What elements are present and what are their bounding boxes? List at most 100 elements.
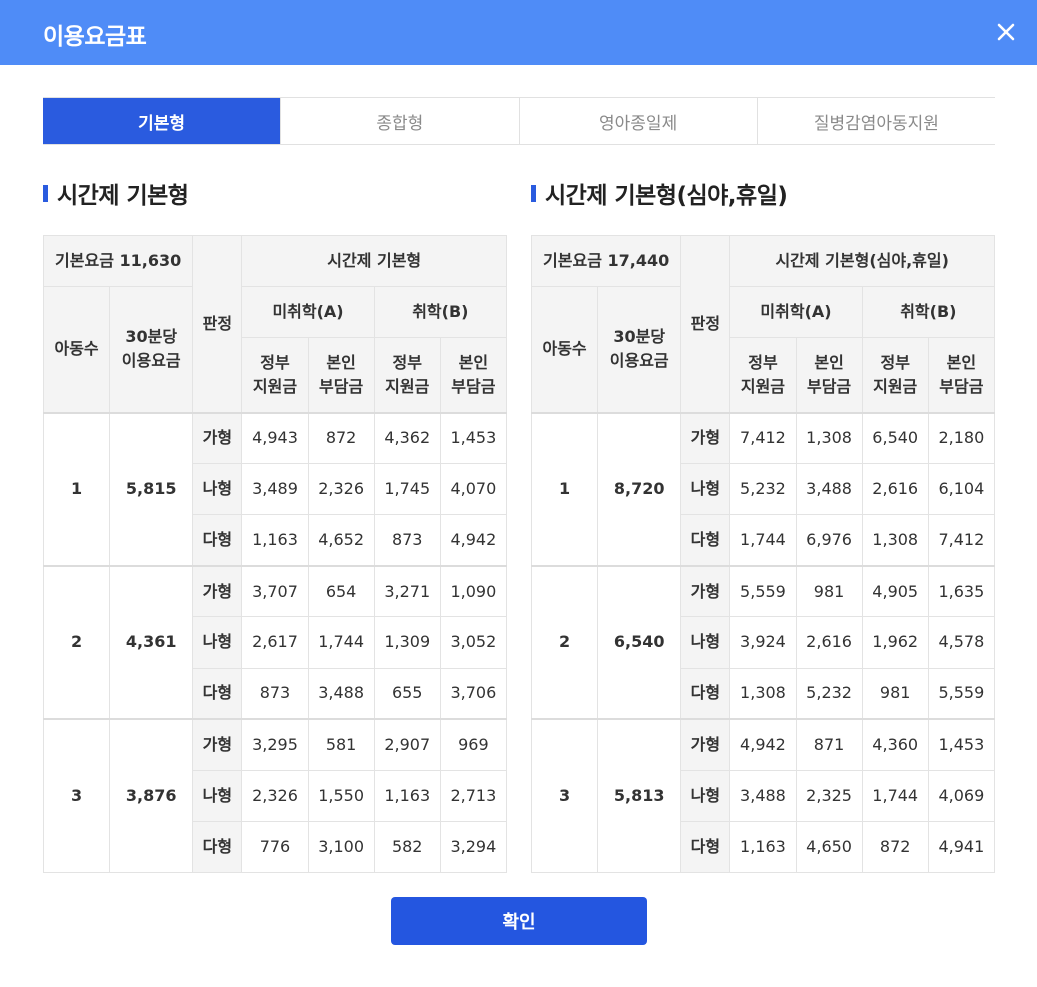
child-count-header: 아동수 (530, 286, 599, 413)
grade-header: 판정 (680, 235, 731, 413)
right-fee-table: 기본요금 17,440 판정 시간제 기본형(심야,휴일) 아동수 30분당 이용요금 미… (530, 235, 996, 874)
school-self-cell: 3,052 (439, 616, 508, 669)
school-self-cell: 4,941 (927, 820, 996, 874)
preschool-gov-cell: 3,707 (241, 564, 309, 618)
preschool-header: 미취학(A) (729, 286, 863, 338)
child-count-cell: 1 (42, 411, 111, 567)
grade-cell: 나형 (680, 463, 731, 516)
school-gov-cell: 981 (861, 667, 929, 720)
school-self-cell: 4,578 (927, 616, 996, 669)
school-self-cell: 1,453 (439, 411, 508, 465)
preschool-gov-cell: 776 (241, 820, 309, 874)
preschool-gov-cell: 3,924 (729, 616, 797, 669)
grade-cell: 다형 (192, 667, 243, 720)
preschool-header: 미취학(A) (241, 286, 375, 338)
fee-type-tabs: 기본형 종합형 영아종일제 질병감염아동지원 (43, 97, 995, 145)
self-pay-header: 본인 부담금 (307, 337, 375, 413)
preschool-self-cell: 2,326 (307, 463, 375, 516)
per-30min-fee-cell: 8,720 (597, 411, 682, 567)
school-gov-cell: 1,163 (373, 769, 441, 822)
table-row: 3 5,813 가형 4,942 871 4,360 1,453 (530, 718, 996, 874)
per-30min-fee-header: 30분당 이용요금 (597, 286, 682, 413)
school-self-cell: 3,294 (439, 820, 508, 874)
school-gov-cell: 582 (373, 820, 441, 874)
grade-cell: 다형 (680, 820, 731, 874)
school-age-header: 취학(B) (861, 286, 996, 338)
section-marker (531, 184, 536, 202)
tab-infant-fullday[interactable]: 영아종일제 (518, 98, 757, 144)
school-gov-cell: 873 (373, 514, 441, 567)
grade-header: 판정 (192, 235, 243, 413)
school-self-cell: 1,090 (439, 564, 508, 618)
school-self-cell: 2,713 (439, 769, 508, 822)
school-self-cell: 5,559 (927, 667, 996, 720)
gov-subsidy-header: 정부 지원금 (729, 337, 797, 413)
fee-group-header: 시간제 기본형 (241, 235, 507, 287)
preschool-self-cell: 1,308 (795, 411, 863, 465)
preschool-self-cell: 4,652 (307, 514, 375, 567)
school-gov-cell: 1,962 (861, 616, 929, 669)
preschool-self-cell: 1,550 (307, 769, 375, 822)
self-pay-header: 본인 부담금 (927, 337, 996, 413)
preschool-self-cell: 1,744 (307, 616, 375, 669)
grade-cell: 다형 (680, 667, 731, 720)
per-30min-fee-cell: 6,540 (597, 564, 682, 720)
left-section-title: 시간제 기본형 (43, 176, 189, 210)
grade-cell: 나형 (680, 769, 731, 822)
child-count-cell: 3 (42, 718, 111, 874)
grade-cell: 가형 (680, 411, 731, 465)
school-gov-cell: 2,616 (861, 463, 929, 516)
preschool-self-cell: 581 (307, 718, 375, 771)
preschool-self-cell: 981 (795, 564, 863, 618)
preschool-gov-cell: 5,559 (729, 564, 797, 618)
self-pay-header: 본인 부담금 (795, 337, 863, 413)
grade-cell: 가형 (192, 564, 243, 618)
table-row: 2 6,540 가형 5,559 981 4,905 1,635 (530, 564, 996, 720)
gov-subsidy-header: 정부 지원금 (241, 337, 309, 413)
school-gov-cell: 4,905 (861, 564, 929, 618)
close-button[interactable] (988, 14, 1024, 50)
preschool-gov-cell: 1,744 (729, 514, 797, 567)
preschool-self-cell: 3,100 (307, 820, 375, 874)
preschool-self-cell: 654 (307, 564, 375, 618)
tab-basic[interactable]: 기본형 (43, 98, 281, 144)
preschool-gov-cell: 4,942 (729, 718, 797, 771)
grade-cell: 가형 (192, 411, 243, 465)
section-marker (43, 184, 48, 202)
preschool-gov-cell: 2,326 (241, 769, 309, 822)
school-self-cell: 4,070 (439, 463, 508, 516)
base-fee-header: 기본요금 11,630 (42, 235, 194, 287)
tab-sick-child-support[interactable]: 질병감염아동지원 (756, 98, 995, 144)
confirm-button[interactable]: 확인 (391, 897, 647, 945)
school-self-cell: 4,069 (927, 769, 996, 822)
school-self-cell: 1,453 (927, 718, 996, 771)
base-fee-header: 기본요금 17,440 (530, 235, 682, 287)
preschool-gov-cell: 2,617 (241, 616, 309, 669)
school-gov-cell: 4,362 (373, 411, 441, 465)
right-section-title: 시간제 기본형(심야,휴일) (531, 176, 788, 210)
preschool-gov-cell: 3,295 (241, 718, 309, 771)
per-30min-fee-cell: 4,361 (109, 564, 194, 720)
school-gov-cell: 1,745 (373, 463, 441, 516)
school-self-cell: 2,180 (927, 411, 996, 465)
gov-subsidy-header: 정부 지원금 (861, 337, 929, 413)
left-fee-table: 기본요금 11,630 판정 시간제 기본형 아동수 30분당 이용요금 미취학(A) 취학… (42, 235, 508, 874)
preschool-gov-cell: 3,489 (241, 463, 309, 516)
grade-cell: 가형 (680, 718, 731, 771)
child-count-cell: 3 (530, 718, 599, 874)
close-icon (997, 23, 1015, 41)
grade-cell: 나형 (192, 769, 243, 822)
per-30min-fee-cell: 3,876 (109, 718, 194, 874)
school-gov-cell: 1,308 (861, 514, 929, 567)
preschool-gov-cell: 873 (241, 667, 309, 720)
school-gov-cell: 872 (861, 820, 929, 874)
grade-cell: 다형 (192, 820, 243, 874)
self-pay-header: 본인 부담금 (439, 337, 508, 413)
tab-comprehensive[interactable]: 종합형 (280, 98, 518, 144)
school-self-cell: 6,104 (927, 463, 996, 516)
school-self-cell: 7,412 (927, 514, 996, 567)
preschool-self-cell: 3,488 (795, 463, 863, 516)
school-self-cell: 4,942 (439, 514, 508, 567)
grade-cell: 나형 (192, 463, 243, 516)
preschool-gov-cell: 5,232 (729, 463, 797, 516)
